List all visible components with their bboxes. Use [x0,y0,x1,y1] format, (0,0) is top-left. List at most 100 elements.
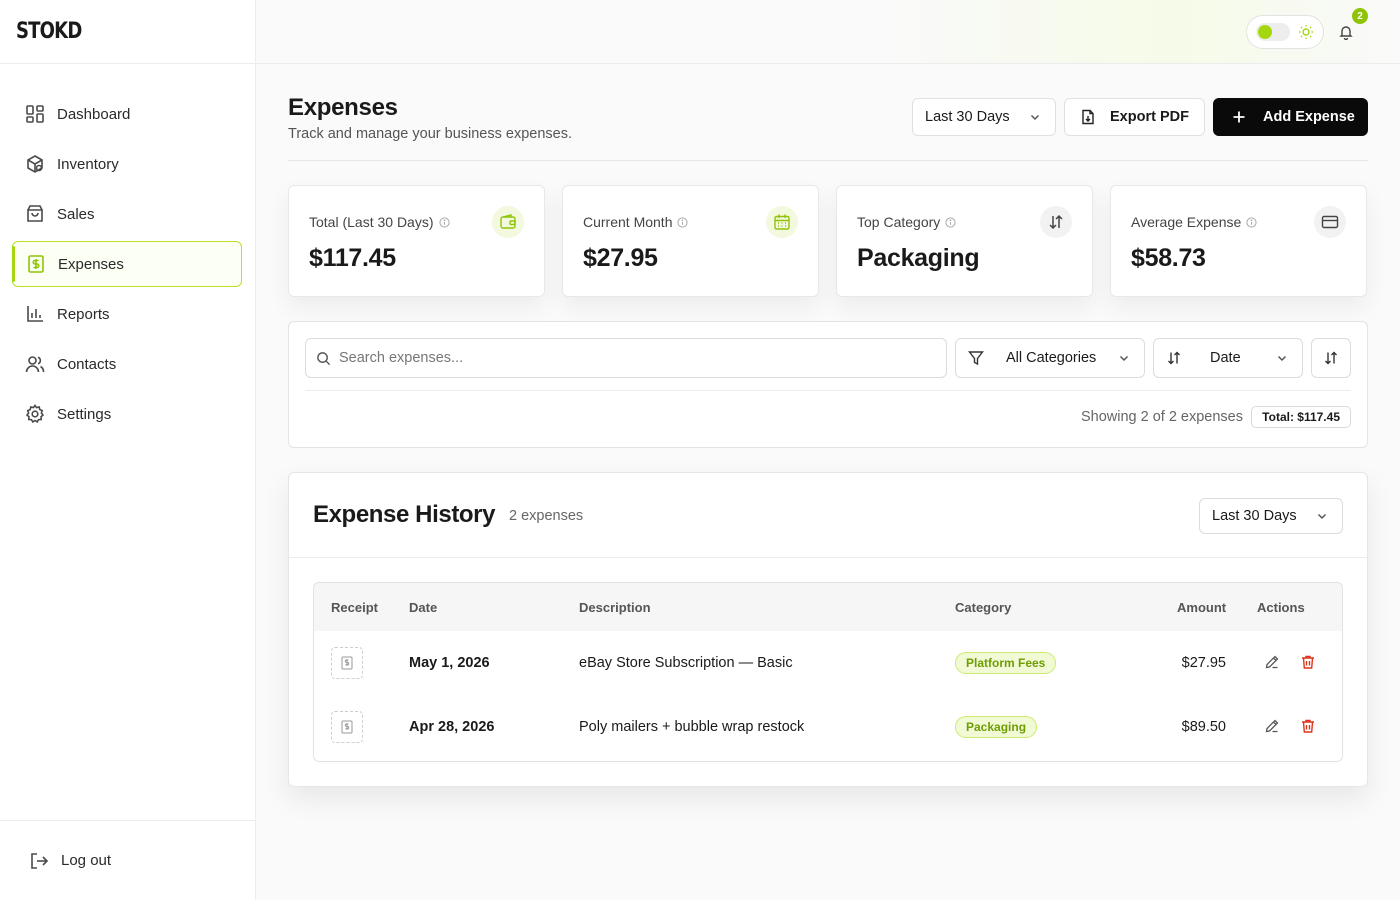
info-icon[interactable] [438,216,450,228]
header-divider [288,160,1368,161]
stat-value: Packaging [857,244,980,272]
info-icon[interactable] [677,216,689,228]
history-title: Expense History [313,501,496,528]
stat-card-total: Total (Last 30 Days) $117.45 [288,185,545,297]
table-row[interactable]: May 1, 2026 eBay Store Subscription — Ba… [314,631,1342,695]
expense-history-card: Expense History 2 expenses Last 30 Days … [288,472,1368,787]
sidebar-item-inventory[interactable]: Inventory [12,141,242,187]
shopping-bag-icon [24,203,46,225]
sidebar-item-label: Inventory [57,155,119,173]
add-expense-label: Add Expense [1263,109,1355,125]
stat-card-average: Average Expense $58.73 [1110,185,1367,297]
sidebar-nav: Dashboard Inventory Sales Expenses Repor… [0,64,255,437]
chevron-down-icon [1316,510,1328,522]
history-count: 2 expenses [509,508,584,524]
stat-label-wrap: Top Category [857,214,956,230]
search-input[interactable]: Search expenses... [305,338,947,378]
history-divider [289,557,1367,558]
logout-label: Log out [61,852,112,869]
add-expense-button[interactable]: Add Expense [1213,98,1368,136]
filters-panel: Search expenses... All Categories Date S… [288,321,1368,448]
table-header: Receipt Date Description Category Amount… [314,583,1342,631]
chevron-down-icon [1276,352,1288,364]
expense-description: eBay Store Subscription — Basic [579,655,793,671]
edit-pencil-icon[interactable] [1264,654,1280,670]
receipt-placeholder-icon[interactable] [331,711,363,743]
stats-row: Total (Last 30 Days) $117.45 Current Mon… [288,185,1368,297]
expense-date: May 1, 2026 [409,655,490,671]
column-header-description[interactable]: Description [579,600,651,615]
sidebar-item-label: Expenses [58,255,124,273]
toggle-track [1256,23,1290,41]
date-range-label: Last 30 Days [925,109,1010,125]
expense-description: Poly mailers + bubble wrap restock [579,719,805,735]
logout-button[interactable]: Log out [0,820,255,900]
stat-label-wrap: Average Expense [1131,214,1257,230]
brand-logo[interactable]: STOKD [0,0,255,64]
sort-direction-button[interactable] [1311,338,1351,378]
chevron-down-icon [1029,111,1041,123]
page-title: Expenses [288,94,398,121]
delete-trash-icon[interactable] [1300,654,1316,670]
users-icon [24,353,46,375]
sidebar-item-expenses[interactable]: Expenses [12,241,242,287]
dashboard-grid-icon [24,103,46,125]
plus-icon [1232,110,1246,124]
sidebar-item-label: Dashboard [57,105,131,123]
stat-card-current-month: Current Month $27.95 [562,185,819,297]
date-range-select[interactable]: Last 30 Days [912,98,1056,136]
gear-icon [24,403,46,425]
sort-arrows-icon [1166,350,1182,366]
dollar-receipt-icon [25,253,47,275]
export-pdf-label: Export PDF [1110,109,1189,125]
category-select[interactable]: All Categories [955,338,1145,378]
sidebar-item-reports[interactable]: Reports [12,291,242,337]
column-header-receipt[interactable]: Receipt [331,600,378,615]
top-bar: 2 [256,0,1400,64]
table-row[interactable]: Apr 28, 2026 Poly mailers + bubble wrap … [314,695,1342,759]
sun-icon [1298,24,1314,40]
search-icon [316,351,331,366]
credit-card-icon [1314,206,1346,238]
edit-pencil-icon[interactable] [1264,718,1280,734]
sidebar-item-settings[interactable]: Settings [12,391,242,437]
category-badge: Platform Fees [955,652,1057,674]
category-select-label: All Categories [1006,350,1097,366]
chevron-down-icon [1118,352,1130,364]
history-range-select[interactable]: Last 30 Days [1199,498,1343,534]
theme-toggle[interactable] [1246,15,1324,49]
notifications-bell-icon[interactable] [1334,20,1358,44]
package-icon [24,153,46,175]
sidebar-item-sales[interactable]: Sales [12,191,242,237]
column-header-category[interactable]: Category [955,600,1011,615]
stat-card-top-category: Top Category Packaging [836,185,1093,297]
notification-badge: 2 [1352,8,1368,24]
stat-label: Average Expense [1131,214,1242,230]
filter-funnel-icon [968,350,984,366]
expense-amount: $27.95 [1181,655,1226,671]
info-icon[interactable] [945,216,956,228]
expense-date: Apr 28, 2026 [409,719,495,735]
column-header-date[interactable]: Date [409,600,437,615]
receipt-placeholder-icon[interactable] [331,647,363,679]
stat-label: Total (Last 30 Days) [309,214,434,230]
sidebar-item-contacts[interactable]: Contacts [12,341,242,387]
total-badge: Total: $117.45 [1251,406,1351,428]
info-icon[interactable] [1246,216,1257,228]
category-badge: Packaging [955,716,1038,738]
sidebar-item-dashboard[interactable]: Dashboard [12,91,242,137]
expenses-table: Receipt Date Description Category Amount… [313,582,1343,762]
stat-label-wrap: Current Month [583,214,689,230]
sidebar-item-label: Contacts [57,355,117,373]
delete-trash-icon[interactable] [1300,718,1316,734]
sidebar-item-label: Sales [57,205,95,223]
sort-direction-icon [1323,350,1339,366]
sort-by-select[interactable]: Date [1153,338,1303,378]
wallet-icon [492,206,524,238]
column-header-actions: Actions [1257,600,1305,615]
sidebar: STOKD Dashboard Inventory Sales Expenses [0,0,256,900]
toggle-knob [1258,25,1272,39]
export-pdf-button[interactable]: Export PDF [1064,98,1205,136]
column-header-amount[interactable]: Amount [1177,600,1226,615]
bar-chart-icon [24,303,46,325]
